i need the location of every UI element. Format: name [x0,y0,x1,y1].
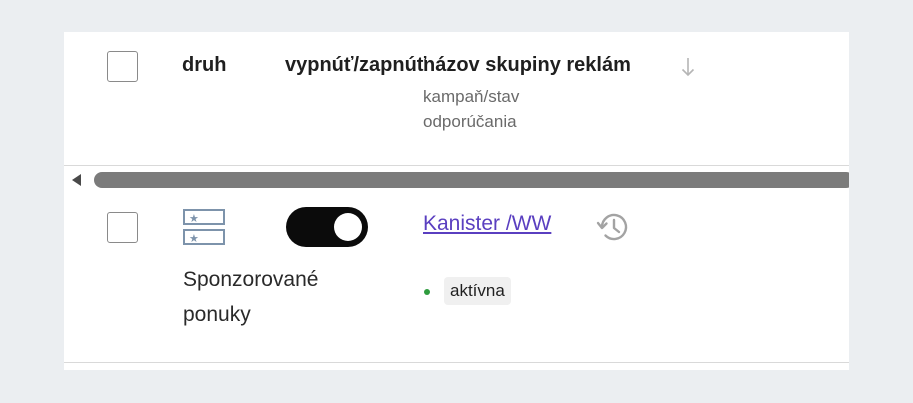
select-all-checkbox[interactable] [107,51,138,82]
status-dot [424,289,430,295]
horizontal-scrollbar[interactable] [94,172,849,188]
header-divider [64,165,849,166]
history-icon[interactable] [594,208,632,246]
enable-toggle[interactable] [286,207,368,247]
ad-groups-table: druh vypnúť/zapnúť názov skupiny reklám … [64,32,849,370]
column-header-subtitle-recommendations: odporúčania [423,112,517,131]
ad-type-label: Sponzorované ponuky [183,268,319,326]
status-badge: aktívna [444,277,511,305]
column-header-ad-group-name[interactable]: názov skupiny reklám [423,54,631,77]
column-header-subtitle-campaign: kampaň/stav [423,87,520,106]
row-divider [64,362,849,363]
row-select-checkbox[interactable] [107,212,138,243]
toggle-knob [334,213,362,241]
svg-text:★: ★ [189,232,199,245]
sort-arrow-down-icon[interactable] [680,56,696,78]
column-header-type[interactable]: druh [182,54,226,77]
sponsored-offers-icon: ★ ★ [183,209,225,245]
scroll-left-arrow-icon[interactable] [72,174,81,186]
column-header-subtitle: kampaň/stav odporúčania [423,84,519,134]
ad-group-name-link[interactable]: Kanister /WW [423,212,551,236]
column-header-toggle[interactable]: vypnúť/zapnúť [285,54,426,77]
svg-text:★: ★ [189,212,199,225]
